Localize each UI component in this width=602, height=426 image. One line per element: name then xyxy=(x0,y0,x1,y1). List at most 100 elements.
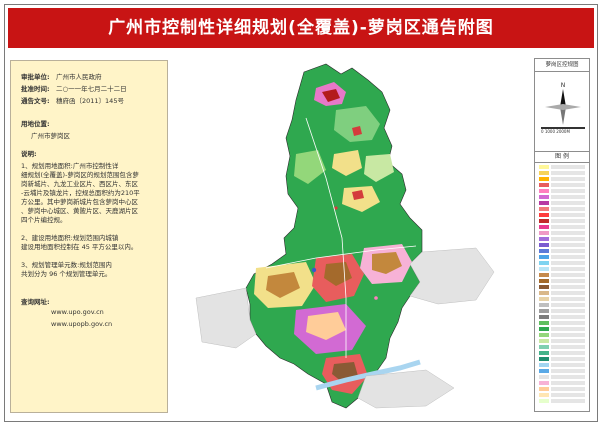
legend-label-placeholder xyxy=(551,195,585,199)
legend-label-placeholder xyxy=(551,321,585,325)
map-area xyxy=(176,58,528,414)
legend-label-placeholder xyxy=(551,285,585,289)
legend-item xyxy=(539,171,587,175)
legend-swatch xyxy=(539,189,549,193)
scale-bar: 0 1000 2000M xyxy=(541,127,585,134)
legend-swatch xyxy=(539,177,549,181)
legend-item xyxy=(539,261,587,265)
legend-swatch xyxy=(539,339,549,343)
legend-item xyxy=(539,201,587,205)
legend-label-placeholder xyxy=(551,375,585,379)
legend-label-placeholder xyxy=(551,315,585,319)
legend-item xyxy=(539,351,587,355)
info-panel: 审批单位: 广州市人民政府 批准时间: 二○一一年七月二十二日 通告文号: 穗府… xyxy=(10,60,168,413)
note3-line-2: 共划分为 96 个规划管理单元。 xyxy=(21,270,112,278)
legend-swatch xyxy=(539,279,549,283)
legend-swatch xyxy=(539,213,549,217)
legend-swatch xyxy=(539,315,549,319)
legend-label-placeholder xyxy=(551,267,585,271)
legend-item xyxy=(539,309,587,313)
compass-north-letter: N xyxy=(561,82,566,89)
legend-swatch xyxy=(539,393,549,397)
legend-label-placeholder xyxy=(551,339,585,343)
legend-item xyxy=(539,249,587,253)
legend-item xyxy=(539,207,587,211)
legend-label-placeholder xyxy=(551,201,585,205)
landmark-dot-1 xyxy=(311,267,317,273)
legend-label-placeholder xyxy=(551,237,585,241)
legend-item xyxy=(539,381,587,385)
legend-item xyxy=(539,303,587,307)
legend-label-placeholder xyxy=(551,165,585,169)
legend-label-placeholder xyxy=(551,357,585,361)
legend-label-placeholder xyxy=(551,171,585,175)
legend-swatch xyxy=(539,267,549,271)
legend-swatch xyxy=(539,285,549,289)
legend-item xyxy=(539,285,587,289)
landmark-dot-2 xyxy=(374,296,378,300)
legend-swatch xyxy=(539,261,549,265)
landmark-dot-3 xyxy=(334,206,338,210)
legend-swatch xyxy=(539,243,549,247)
legend-item xyxy=(539,357,587,361)
legend-swatch xyxy=(539,351,549,355)
legend-label-placeholder xyxy=(551,291,585,295)
legend-item xyxy=(539,297,587,301)
north-arrow-icon: N xyxy=(545,82,581,125)
legend-label-placeholder xyxy=(551,387,585,391)
website-2: www.upopb.gov.cn xyxy=(51,320,113,328)
legend-label-placeholder xyxy=(551,261,585,265)
legend-swatch xyxy=(539,231,549,235)
legend-title: 图 例 xyxy=(535,151,589,163)
notice-no-label: 通告文号: xyxy=(21,97,50,105)
district-base-green xyxy=(245,63,423,409)
land-location: 广州市萝岗区 xyxy=(31,132,70,140)
legend-swatch xyxy=(539,345,549,349)
legend-item xyxy=(539,291,587,295)
legend-item xyxy=(539,387,587,391)
legend-swatch xyxy=(539,363,549,367)
legend-label-placeholder xyxy=(551,327,585,331)
legend-item xyxy=(539,363,587,367)
legend-item xyxy=(539,273,587,277)
legend-item xyxy=(539,189,587,193)
legend-swatch xyxy=(539,387,549,391)
legend-swatch xyxy=(539,303,549,307)
legend-label-placeholder xyxy=(551,273,585,277)
legend-label-placeholder xyxy=(551,279,585,283)
legend-label-placeholder xyxy=(551,243,585,247)
legend-swatch xyxy=(539,255,549,259)
legend-item xyxy=(539,165,587,169)
legend-label-placeholder xyxy=(551,189,585,193)
website-label: 查询网址: xyxy=(21,298,50,306)
legend-label-placeholder xyxy=(551,345,585,349)
legend-item xyxy=(539,195,587,199)
note2-line-2: 建设用地面积控制在 45 平方公里以内。 xyxy=(21,243,138,251)
legend-item xyxy=(539,237,587,241)
legend-label-placeholder xyxy=(551,381,585,385)
legend-label-placeholder xyxy=(551,183,585,187)
legend-swatch xyxy=(539,327,549,331)
legend-swatch xyxy=(539,201,549,205)
legend-swatch xyxy=(539,165,549,169)
legend-item xyxy=(539,399,587,403)
legend-swatch xyxy=(539,333,549,337)
legend-swatch xyxy=(539,321,549,325)
legend-label-placeholder xyxy=(551,225,585,229)
legend-label-placeholder xyxy=(551,369,585,373)
legend-label-placeholder xyxy=(551,309,585,313)
legend-item xyxy=(539,393,587,397)
legend-label-placeholder xyxy=(551,297,585,301)
legend-label-placeholder xyxy=(551,393,585,397)
approval-time-label: 批准时间: xyxy=(21,85,50,93)
approval-unit: 广州市人民政府 xyxy=(56,73,102,81)
land-location-label: 用地位置: xyxy=(21,120,50,128)
legend-swatch xyxy=(539,249,549,253)
legend-swatch xyxy=(539,183,549,187)
legend-item xyxy=(539,315,587,319)
legend-item xyxy=(539,231,587,235)
scale-bar-text: 0 1000 2000M xyxy=(541,129,570,134)
legend-item xyxy=(539,267,587,271)
legend-item xyxy=(539,213,587,217)
legend-swatch xyxy=(539,357,549,361)
